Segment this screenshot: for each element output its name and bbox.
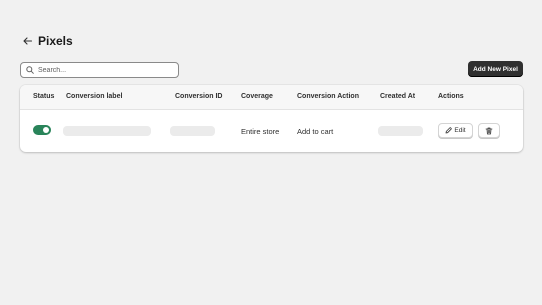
pixels-table: Status Conversion label Conversion ID Co… — [20, 85, 523, 152]
search-box[interactable] — [20, 62, 179, 78]
search-icon — [26, 61, 34, 79]
column-header-conversion-action: Conversion Action — [297, 93, 359, 100]
edit-button[interactable]: Edit — [438, 123, 473, 138]
trash-icon — [485, 127, 493, 134]
column-header-actions: Actions — [438, 93, 464, 100]
column-header-created-at: Created At — [380, 93, 416, 100]
edit-button-label: Edit — [454, 127, 466, 134]
column-header-conversion-id: Conversion ID — [175, 93, 223, 100]
coverage-cell: Entire store — [241, 127, 280, 136]
column-header-status: Status — [33, 93, 55, 100]
delete-button[interactable] — [478, 123, 500, 138]
back-arrow-icon[interactable] — [20, 34, 34, 48]
add-new-pixel-button[interactable]: Add New Pixel — [468, 61, 523, 77]
page: Pixels Add New Pixel Status Conversion l… — [0, 0, 542, 305]
column-header-coverage: Coverage — [241, 93, 273, 100]
page-title: Pixels — [38, 34, 73, 48]
created-at-placeholder — [378, 126, 423, 136]
toggle-knob — [43, 127, 49, 133]
conversion-label-placeholder — [63, 126, 151, 136]
status-toggle[interactable] — [33, 125, 51, 135]
conversion-id-placeholder — [170, 126, 215, 136]
column-header-conversion-label: Conversion label — [66, 93, 123, 100]
conversion-action-cell: Add to cart — [297, 127, 334, 136]
page-header: Pixels — [20, 34, 73, 48]
search-input[interactable] — [38, 66, 168, 74]
pencil-icon — [445, 127, 453, 134]
table-header: Status Conversion label Conversion ID Co… — [20, 85, 523, 110]
